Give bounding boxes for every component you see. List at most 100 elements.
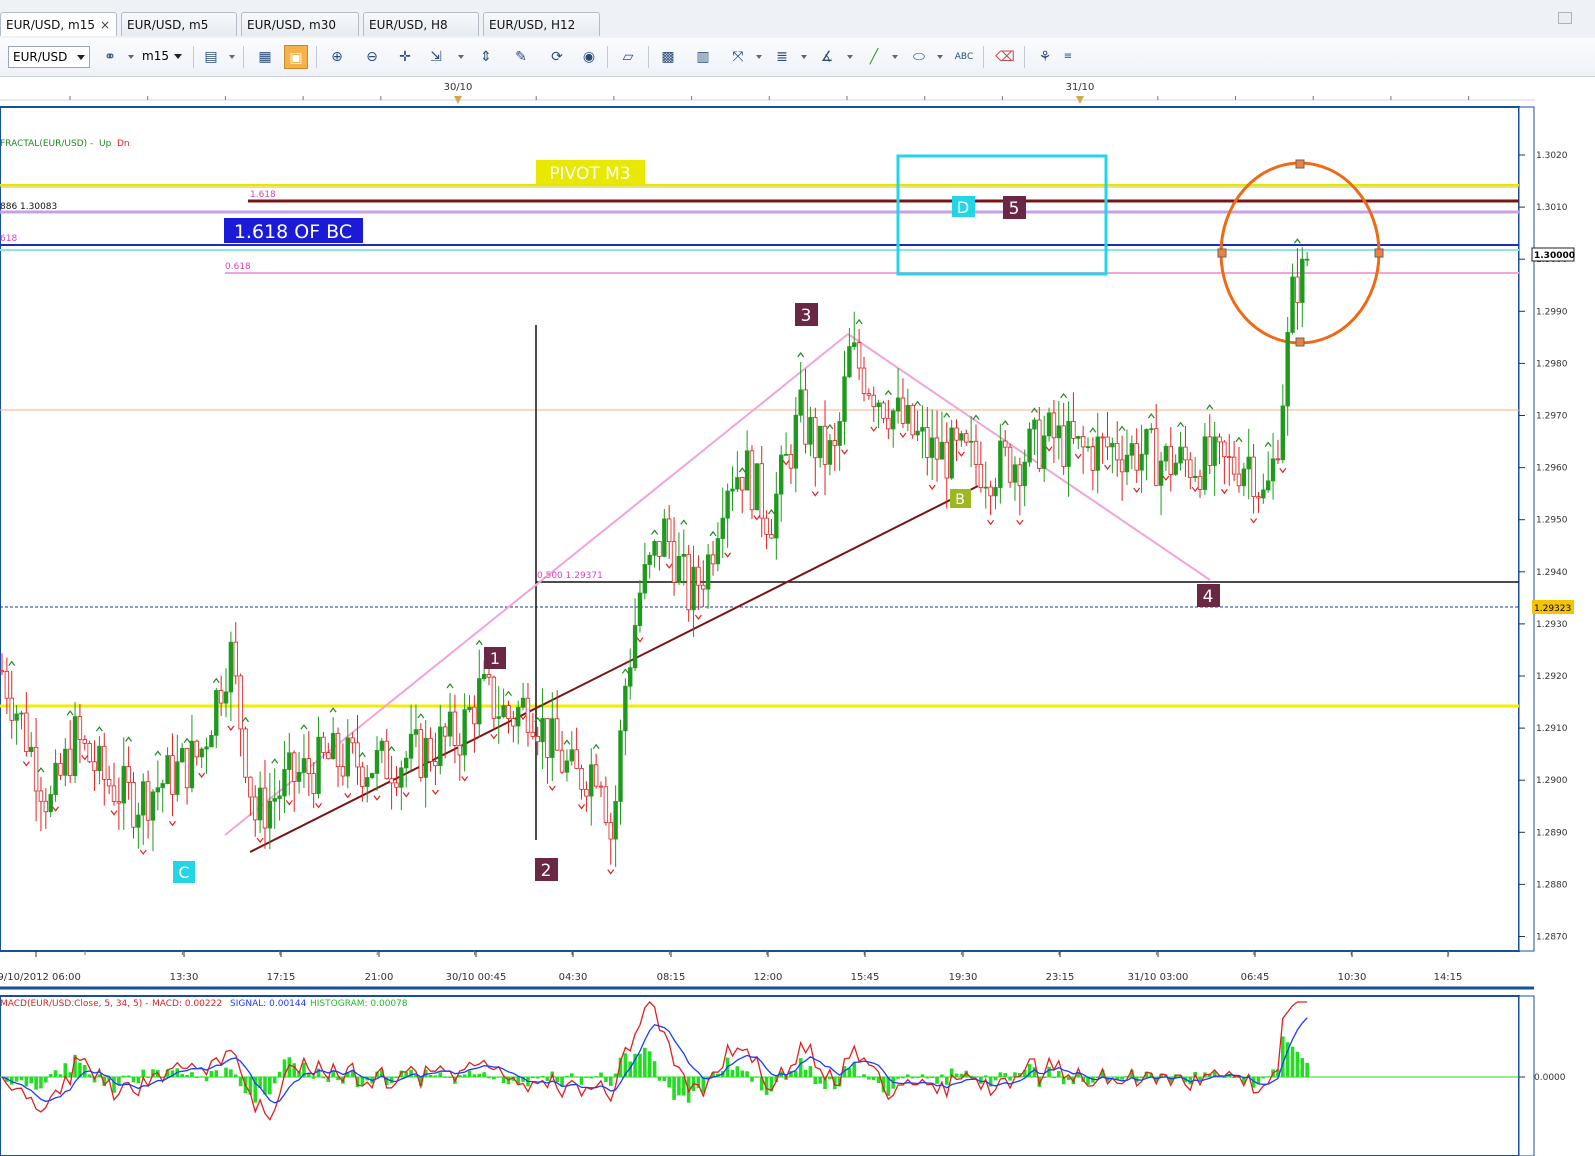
chevron-down-icon[interactable] [847, 55, 853, 59]
time-tick-label: 15:45 [851, 972, 880, 983]
cursor-line-icon[interactable]: ⇕ [474, 45, 498, 69]
candle-body [886, 417, 891, 430]
fractal-up-marker [797, 351, 805, 358]
chart-type-icon[interactable]: ▤ [199, 45, 223, 69]
chevron-down-icon[interactable] [229, 55, 235, 59]
object-tree-icon[interactable]: ⚘ [1033, 45, 1057, 69]
candle-body [769, 534, 774, 539]
histogram-bar [58, 1074, 63, 1077]
candle-body [1090, 446, 1096, 471]
image-icon[interactable]: ▩ [656, 45, 680, 69]
minimize-button[interactable] [1558, 12, 1572, 24]
candlestick-series [0, 247, 1310, 867]
properties-icon[interactable]: ✎ [509, 45, 533, 69]
candle-body [1188, 459, 1193, 478]
timeframe-value: m15 [142, 49, 169, 63]
candle-body [525, 697, 531, 733]
circle-handle[interactable] [1374, 248, 1384, 258]
close-icon[interactable]: × [100, 13, 110, 37]
fan-icon[interactable]: ∡ [815, 45, 839, 69]
candle-body [798, 389, 803, 416]
price-chart[interactable]: 30/10 31/10 PIVOT M3 1.618 OF BC FRACTAL… [0, 76, 1595, 1156]
candle-body [701, 584, 706, 590]
top-time-strip: 30/10 31/10 [0, 82, 1535, 104]
tab-eurusd-h8[interactable]: EUR/USD, H8 [363, 12, 479, 36]
chevron-down-icon[interactable] [892, 55, 898, 59]
candle-body [666, 518, 672, 543]
candle-body [1300, 258, 1305, 303]
eraser-icon[interactable]: ⌫ [993, 45, 1017, 69]
svg-text:C: C [178, 863, 189, 882]
candle-body [1192, 475, 1198, 478]
macd-title: MACD(EUR/USD.Close, 5, 34, 5) - [0, 999, 148, 1009]
trend-line-icon[interactable]: ╱ [862, 45, 886, 69]
globe-icon[interactable]: ◉ [577, 45, 601, 69]
histogram-bar [428, 1074, 433, 1077]
candle-body [1027, 428, 1032, 463]
indicator-icon[interactable]: ▥ [691, 45, 715, 69]
candle-body [545, 718, 550, 758]
chart-window-icon[interactable]: ▣ [284, 45, 308, 69]
histogram-bar [652, 1061, 657, 1077]
circle-handle[interactable] [1295, 337, 1305, 347]
timeframe-select[interactable]: m15 [138, 46, 186, 68]
symbol-select[interactable]: EUR/USD [8, 46, 90, 68]
circle-handle[interactable] [1217, 248, 1227, 258]
histogram-bar [438, 1072, 443, 1077]
circle-handle[interactable] [1295, 159, 1305, 169]
price-tick-label: 1.2960 [1536, 464, 1568, 474]
histogram-bar [794, 1071, 798, 1077]
chevron-down-icon[interactable] [458, 55, 464, 59]
histogram-bar [910, 1077, 915, 1079]
chevron-down-icon[interactable] [128, 55, 134, 59]
histogram-bar [750, 1077, 754, 1082]
candle-body [1227, 456, 1232, 459]
zoom-in-icon[interactable]: ⊕ [325, 45, 349, 69]
tab-eurusd-h12[interactable]: EUR/USD, H12 [483, 12, 600, 36]
candle-body [1285, 331, 1290, 407]
fractal-up-marker [884, 389, 892, 396]
histogram-bar [540, 1075, 545, 1077]
candle-body [102, 745, 107, 780]
ruler-icon[interactable]: ▱ [616, 45, 640, 69]
refresh-icon[interactable]: ⟳ [545, 45, 569, 69]
tab-eurusd-m5[interactable]: EUR/USD, m5 [121, 12, 237, 36]
histogram-bar [940, 1074, 944, 1077]
chevron-down-icon[interactable] [756, 55, 762, 59]
link-icon[interactable]: ⚭ [98, 45, 122, 69]
fractal-up-marker [1177, 421, 1185, 428]
candle-body [676, 555, 682, 583]
time-tick-label: 06:45 [1241, 972, 1270, 983]
tab-label: EUR/USD, H12 [489, 18, 576, 32]
candle-body [925, 427, 930, 458]
drawing-tools-icon[interactable]: ⤧ [726, 45, 750, 69]
histogram-bar [496, 1076, 501, 1078]
tab-bar: EUR/USD, m15 × EUR/USD, m5 EUR/USD, m30 … [0, 0, 1595, 39]
candle-body [116, 801, 122, 804]
tab-eurusd-m15[interactable]: EUR/USD, m15 × [0, 12, 117, 36]
chevron-down-icon[interactable] [937, 55, 943, 59]
candle-body [1173, 462, 1178, 475]
candle-body [1246, 456, 1251, 470]
ellipse-icon[interactable]: ⬭ [907, 45, 931, 69]
zoom-out-icon[interactable]: ⊖ [360, 45, 384, 69]
price-tick-label: 1.2870 [1536, 933, 1568, 943]
tab-eurusd-m30[interactable]: EUR/USD, m30 [241, 12, 359, 36]
candle-body [506, 705, 511, 719]
scale-icon[interactable]: ⇲ [424, 45, 448, 69]
chevron-down-icon[interactable] [801, 55, 807, 59]
candle-body [671, 541, 677, 583]
more-icon[interactable]: ≡ [1060, 45, 1076, 69]
data-window-icon[interactable]: ▦ [253, 45, 277, 69]
candle-body [589, 764, 594, 797]
time-tick-label: 08:15 [657, 972, 686, 983]
crosshair-icon[interactable]: ✛ [393, 45, 417, 69]
price-tick-label: 1.2910 [1536, 724, 1568, 734]
lines-icon[interactable]: ≣ [770, 45, 794, 69]
histogram-bar [803, 1069, 808, 1077]
candle-body [774, 493, 779, 539]
histogram-bar [34, 1077, 38, 1090]
toolbar-separator [648, 46, 649, 68]
fib-bc-label: 1.618 OF BC [224, 218, 363, 243]
text-tool-icon[interactable]: ABC [952, 45, 976, 69]
